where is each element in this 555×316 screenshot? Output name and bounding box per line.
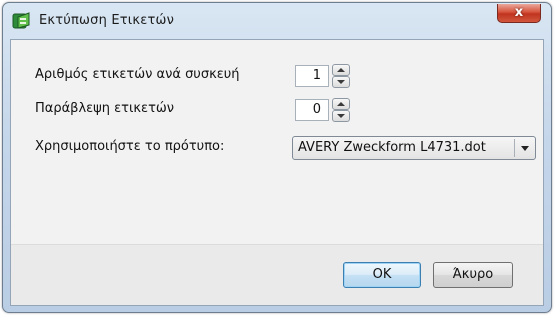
- window-title: Εκτύπωση Ετικετών: [39, 13, 175, 28]
- labels-per-device-spinner: [332, 64, 350, 88]
- print-labels-dialog: Εκτύπωση Ετικετών x Αριθμός ετικετών ανά…: [2, 2, 552, 313]
- increment-button[interactable]: [332, 64, 350, 76]
- chevron-down-icon: [521, 146, 529, 151]
- template-label: Χρησιμοποιήστε το πρότυπο:: [35, 139, 225, 154]
- app-icon: [12, 11, 32, 31]
- template-select[interactable]: AVERY Zweckform L4731.dot: [292, 136, 536, 160]
- combo-divider: [514, 139, 515, 157]
- skip-labels-spinner: [332, 98, 350, 122]
- arrow-up-icon: [337, 68, 345, 72]
- cancel-button[interactable]: Άκυρο: [433, 262, 513, 288]
- decrement-button[interactable]: [332, 76, 350, 88]
- increment-button[interactable]: [332, 98, 350, 110]
- close-icon: x: [514, 5, 524, 20]
- arrow-down-icon: [337, 114, 345, 118]
- dialog-content: Αριθμός ετικετών ανά συσκευή 1 Παράβλεψη…: [10, 39, 544, 306]
- template-selected-value: AVERY Zweckform L4731.dot: [298, 140, 486, 155]
- ok-button[interactable]: OK: [343, 262, 421, 288]
- decrement-button[interactable]: [332, 110, 350, 122]
- close-button[interactable]: x: [497, 4, 541, 23]
- arrow-down-icon: [337, 80, 345, 84]
- button-bar: OK Άκυρο: [11, 244, 543, 305]
- arrow-up-icon: [337, 102, 345, 106]
- title-bar[interactable]: Εκτύπωση Ετικετών x: [3, 3, 551, 39]
- skip-labels-input[interactable]: 0: [295, 99, 329, 121]
- labels-per-device-label: Αριθμός ετικετών ανά συσκευή: [35, 67, 240, 82]
- labels-per-device-input[interactable]: 1: [295, 65, 329, 87]
- skip-labels-label: Παράβλεψη ετικετών: [35, 101, 175, 116]
